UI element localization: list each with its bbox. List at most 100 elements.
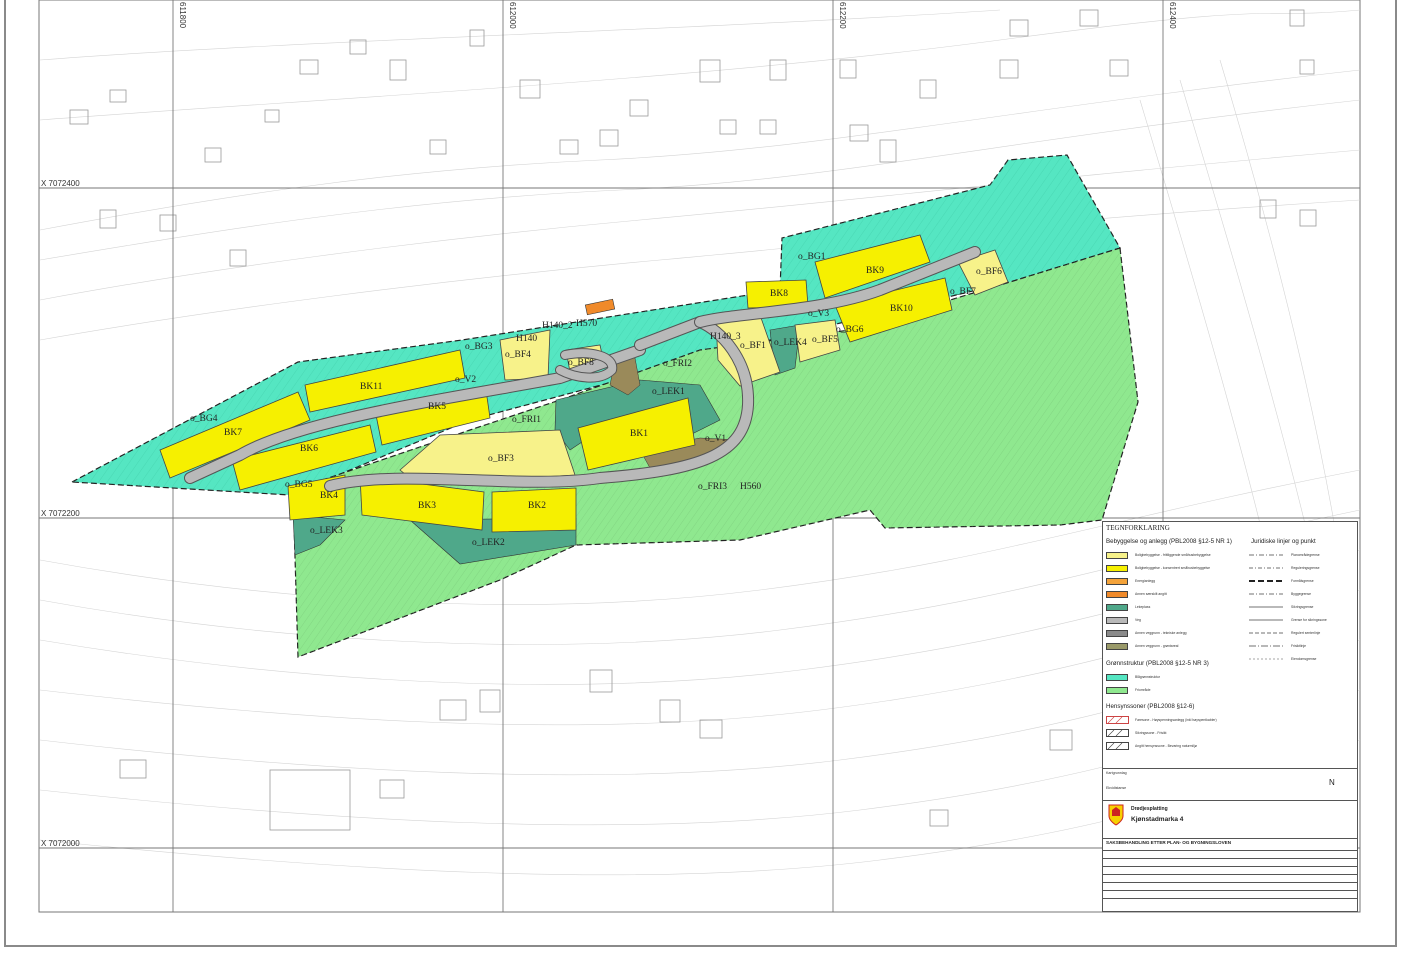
label-bk3: BK3 — [418, 501, 436, 511]
legend-line-9: Eiendomsgrense — [1291, 657, 1317, 661]
plan-name: Kjønstadmarka 4 — [1131, 816, 1184, 823]
label-bf8: o_BF8 — [568, 358, 594, 368]
municipality-coat-of-arms — [1108, 804, 1124, 826]
legend-line-2: Reguleringsgrense — [1291, 566, 1320, 570]
label-h140: H140 — [516, 334, 537, 344]
legend-text-bluegreen: Blågrønnstruktur — [1135, 675, 1161, 679]
legend-swatch-4 — [1106, 591, 1128, 598]
title-block-row-5 — [1103, 882, 1357, 883]
legend-swatch-8 — [1106, 643, 1128, 650]
label-fri2: o_FRI2 — [663, 359, 692, 369]
title-block-separator-1 — [1103, 768, 1357, 769]
legend-swatch-2 — [1106, 565, 1128, 572]
legend-hazard-swatches — [1106, 716, 1129, 750]
legend-line-6: Grense for sikringssone — [1291, 618, 1327, 622]
legend-text-7: Annen veggrunn - tekniske anlegg — [1135, 631, 1187, 635]
grid-label-x-7072200: X 7072200 — [41, 509, 80, 518]
legend-text-6: Veg — [1135, 618, 1141, 622]
legend-text-2: Boligbebyggelse - konsentrert småhusbeby… — [1135, 566, 1211, 570]
grid-label-x-7072000: X 7072000 — [41, 839, 80, 848]
saksbehandling-title: SAKSBEHANDLING ETTER PLAN- OG BYGNINGSLO… — [1106, 840, 1232, 845]
label-bk6: BK6 — [300, 444, 318, 454]
label-bk5: BK5 — [428, 402, 446, 412]
note-kartgrunnlag: Kartgrunnlag — [1106, 771, 1127, 775]
legend-text-4: Annen særskilt angitt — [1135, 592, 1167, 596]
legend-section-lines: Juridiske linjer og punkt — [1251, 538, 1316, 545]
title-block-row-2 — [1103, 858, 1357, 859]
legend-swatch-5 — [1106, 604, 1128, 611]
title-block-row-7 — [1103, 898, 1357, 899]
legend-section-hazard: Hensynssoner (PBL2008 §12-6) — [1106, 703, 1195, 710]
legend-hazard-1: Faresone - Høyspenningsanlegg (inkl høys… — [1135, 718, 1217, 722]
title-block-row-1 — [1103, 850, 1357, 851]
legend-section-green: Grønnstruktur (PBL2008 §12-5 NR 3) — [1106, 660, 1209, 667]
label-bf1: o_BF1 — [740, 341, 766, 351]
label-bg6: o_BG6 — [836, 325, 864, 335]
legend-hazard-2: Sikringssone - Frisikt — [1135, 731, 1167, 735]
label-bg1: o_BG1 — [798, 252, 826, 262]
label-bk7: BK7 — [224, 428, 242, 438]
label-bk8: BK8 — [770, 289, 788, 299]
label-lek3: o_LEK3 — [310, 526, 343, 536]
label-bf5: o_BF5 — [812, 335, 838, 345]
label-bk9: BK9 — [866, 266, 884, 276]
legend-line-3: Formålsgrense — [1291, 579, 1314, 583]
label-bf7: o_BF7 — [950, 287, 976, 297]
title-block-row-4 — [1103, 874, 1357, 875]
label-v1: o_V1 — [705, 434, 726, 444]
legend-line-samples — [1249, 554, 1283, 660]
label-bg5: o_BG5 — [285, 480, 313, 490]
legend-panel: TEGNFORKLARING Bebyggelse og anlegg (PBL… — [1102, 521, 1358, 912]
legend-line-1: Planområdegrense — [1291, 553, 1320, 557]
label-bk4: BK4 — [320, 491, 338, 501]
legend-text-1: Boligbebyggelse - frittliggende småhusbe… — [1135, 553, 1211, 557]
north-arrow: N — [1329, 778, 1335, 787]
legend-swatch-6 — [1106, 617, 1128, 624]
legend-line-5: Sikringsgrense — [1291, 605, 1314, 609]
legend-hazard-3: Angitt hensynssone - Bevaring naturmiljø — [1135, 744, 1197, 748]
legend-text-8: Annen veggrunn - grøntareal — [1135, 644, 1179, 648]
grid-label-x-7072400: X 7072400 — [41, 179, 80, 188]
legend-line-8: Frisiktlinje — [1291, 644, 1307, 648]
legend-swatch-1 — [1106, 552, 1128, 559]
label-bk11: BK11 — [360, 382, 383, 392]
label-v3: o_V3 — [808, 309, 829, 319]
legend-title: TEGNFORKLARING — [1106, 524, 1170, 532]
legend-swatch-bluegreen — [1106, 674, 1128, 681]
title-block-separator-3 — [1103, 838, 1357, 839]
legend-swatch-3 — [1106, 578, 1128, 585]
grid-label-y-611800: 611800 — [178, 2, 187, 29]
label-fri3: o_FRI3 — [698, 482, 727, 492]
note-ekvidistanse: Ekvidistanse — [1106, 786, 1127, 790]
label-v2: o_V2 — [455, 375, 476, 385]
title-block-row-3 — [1103, 866, 1357, 867]
title-block-row-6 — [1103, 890, 1357, 891]
grid-label-y-612400: 612400 — [1168, 2, 1177, 29]
label-lek4: o_LEK4 — [774, 338, 807, 348]
label-lek2: o_LEK2 — [472, 538, 505, 548]
title-block-separator-2 — [1103, 800, 1357, 801]
label-bk1: BK1 — [630, 429, 648, 439]
label-bg4: o_BG4 — [190, 414, 218, 424]
municipality-name: Drødjesplatting — [1131, 806, 1168, 812]
legend-text-openspace: Friområde — [1135, 688, 1151, 692]
label-h560: H560 — [740, 482, 761, 492]
label-bf4: o_BF4 — [505, 350, 531, 360]
label-bf3: o_BF3 — [488, 454, 514, 464]
grid-label-y-612200: 612200 — [838, 2, 847, 29]
label-fri1: o_FRI1 — [512, 415, 541, 425]
label-lek1: o_LEK1 — [652, 387, 685, 397]
label-h140-2: H140_2 — [542, 321, 573, 331]
grid-label-y-612000: 612000 — [508, 2, 517, 29]
legend-text-5: Lekeplass — [1135, 605, 1151, 609]
legend-line-7: Regulert senterlinje — [1291, 631, 1321, 635]
label-bg3: o_BG3 — [465, 342, 493, 352]
label-bf6: o_BF6 — [976, 267, 1002, 277]
label-bk2: BK2 — [528, 501, 546, 511]
label-h570: H570 — [576, 319, 597, 329]
label-bk10: BK10 — [890, 304, 913, 314]
label-h140-3: H140_3 — [710, 332, 741, 342]
legend-text-3: Energianlegg — [1135, 579, 1155, 583]
legend-line-4: Byggegrense — [1291, 592, 1311, 596]
legend-section-buildings: Bebyggelse og anlegg (PBL2008 §12-5 NR 1… — [1106, 538, 1232, 545]
